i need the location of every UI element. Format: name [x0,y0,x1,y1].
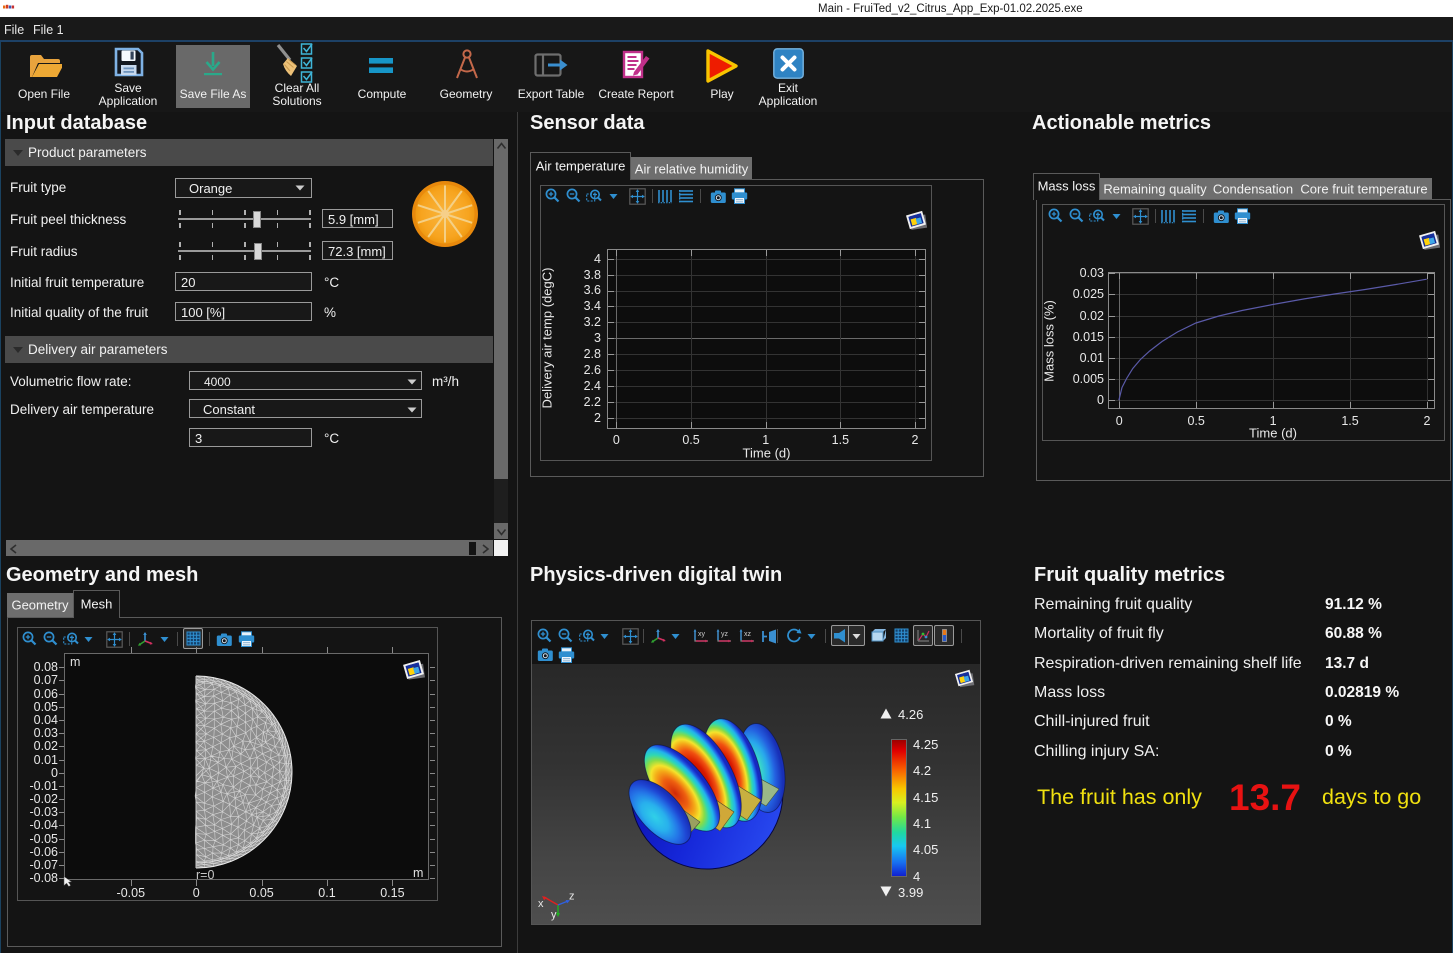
svg-text:z: z [569,893,575,903]
svg-text:xz: xz [744,631,752,638]
svg-text:xy: xy [698,631,706,638]
svg-text:x: x [538,898,544,910]
svg-text:yz: yz [721,631,729,638]
svg-text:y: y [551,909,557,921]
